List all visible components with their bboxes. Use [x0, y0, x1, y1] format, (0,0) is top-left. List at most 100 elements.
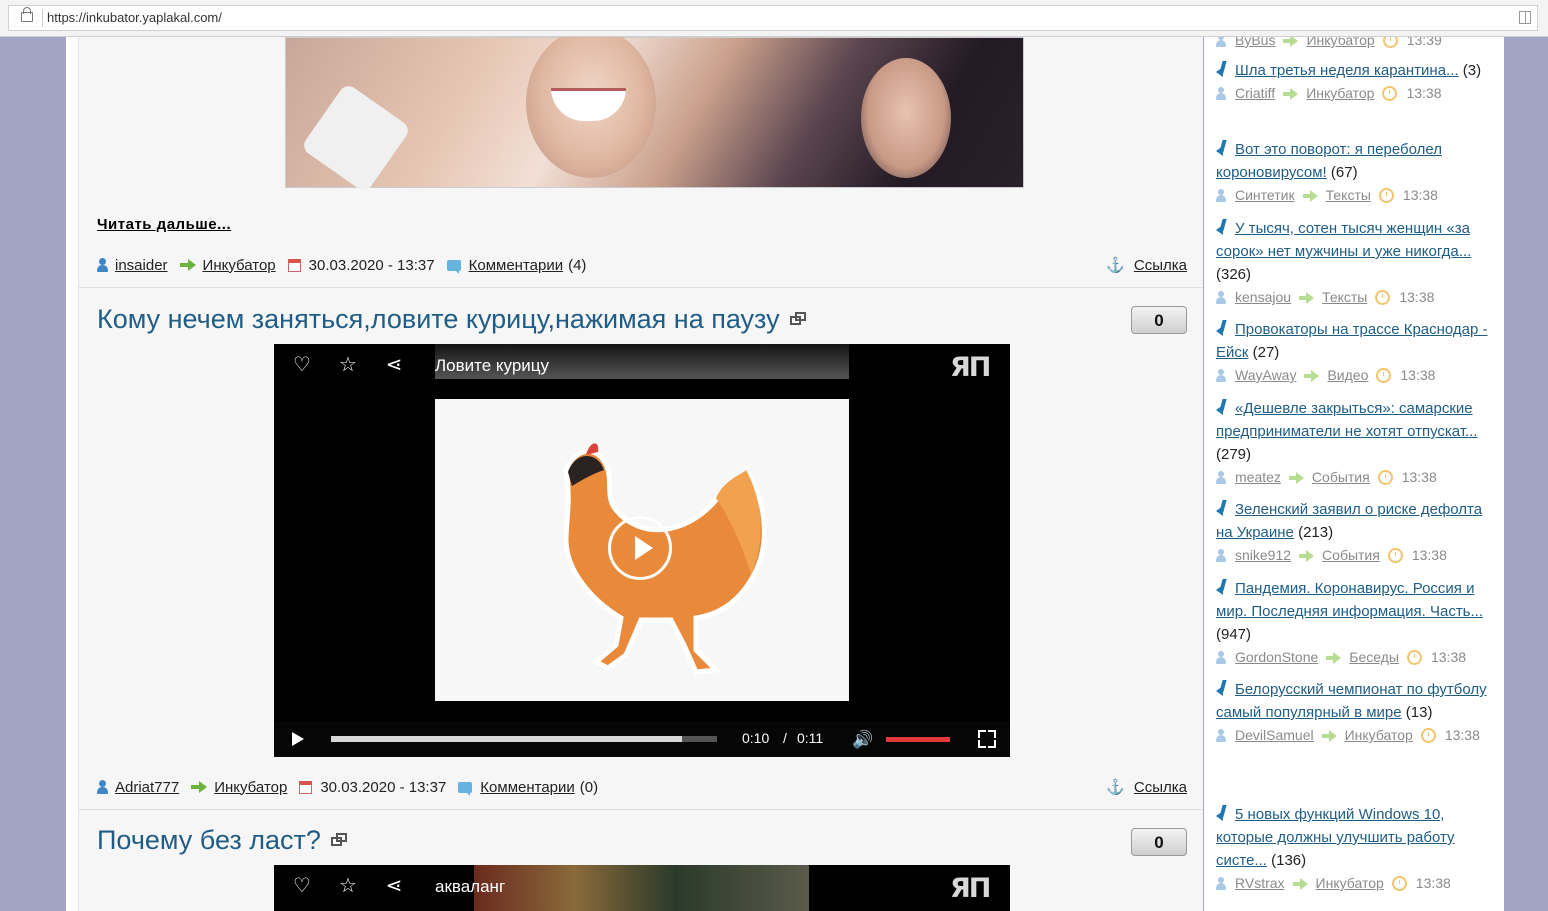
sidebar-section-link[interactable]: События — [1322, 544, 1380, 567]
sidebar-author-link[interactable]: RVstrax — [1235, 872, 1285, 895]
star-icon[interactable]: ☆ — [337, 875, 359, 897]
url-text[interactable]: https://inkubator.yaplakal.com/ — [47, 10, 222, 25]
sidebar-section-link[interactable]: События — [1312, 466, 1370, 489]
sidebar-author-link[interactable]: kensajou — [1235, 286, 1291, 309]
calendar-icon — [287, 258, 301, 272]
posts-feed: Читать дальше... insaider Инкубатор 30.0… — [78, 37, 1203, 911]
current-time: 0:10 — [742, 730, 770, 746]
comments-link[interactable]: Комментарии — [480, 779, 574, 796]
image-face-right — [861, 58, 951, 178]
sidebar-item: Вот это поворот: я переболел короновирус… — [1216, 138, 1492, 207]
clock-icon — [1406, 650, 1422, 665]
volume-icon[interactable]: 🔊 — [852, 730, 873, 750]
sidebar-item-title: Провокаторы на трассе Краснодар - Ейск (… — [1216, 318, 1492, 364]
post-divider — [79, 809, 1203, 810]
read-more-link[interactable]: Читать дальше... — [97, 216, 231, 233]
sidebar-item: Белорусский чемпионат по футболу самый п… — [1216, 678, 1492, 747]
fullscreen-icon[interactable] — [978, 730, 996, 748]
sidebar-section-link[interactable]: Беседы — [1349, 646, 1399, 669]
sidebar-author-link[interactable]: WayAway — [1235, 364, 1296, 387]
sidebar-author-link[interactable]: Criatiff — [1235, 82, 1275, 105]
heart-icon[interactable]: ♡ — [291, 875, 313, 897]
play-icon[interactable] — [292, 732, 304, 746]
star-icon[interactable]: ☆ — [337, 354, 359, 376]
sidebar-section-link[interactable]: Тексты — [1326, 184, 1371, 207]
sidebar-author-link[interactable]: Синтетик — [1235, 184, 1295, 207]
pin-icon — [1216, 500, 1228, 516]
share-icon[interactable]: ⋖ — [383, 875, 405, 897]
sidebar-title-link[interactable]: «Дешевле закрыться»: самарские предприни… — [1216, 400, 1478, 440]
sidebar-section-link[interactable]: Инкубатор — [1306, 82, 1374, 105]
arrow-right-icon — [1326, 652, 1342, 664]
volume-slider[interactable] — [886, 737, 950, 742]
sidebar-time: 13:38 — [1402, 187, 1438, 203]
clock-icon — [1382, 37, 1398, 48]
sidebar-title-link[interactable]: Белорусский чемпионат по футболу самый п… — [1216, 681, 1487, 721]
sidebar-section-link[interactable]: Инкубатор — [1345, 724, 1413, 747]
sidebar-title-link[interactable]: Вот это поворот: я переболел короновирус… — [1216, 141, 1442, 181]
heart-icon[interactable]: ♡ — [291, 354, 313, 376]
clock-icon — [1391, 876, 1407, 891]
sidebar-title-link[interactable]: У тысяч, сотен тысяч женщин «за сорок» н… — [1216, 220, 1471, 260]
sidebar-author-link[interactable]: GordonStone — [1235, 646, 1318, 669]
sidebar-title-link[interactable]: Пандемия. Коронавирус. Россия и мир. Пос… — [1216, 580, 1483, 620]
address-bar[interactable]: https://inkubator.yaplakal.com/ — [8, 5, 1538, 31]
sidebar-section-link[interactable]: Видео — [1327, 364, 1368, 387]
video-player[interactable]: ♡ ☆ ⋖ Ловите курицу ЯП 0:10 / 0:11 🔊 — [274, 344, 1010, 757]
sidebar-section-link[interactable]: Тексты — [1322, 286, 1367, 309]
author-link[interactable]: Adriat777 — [115, 779, 179, 796]
post-image[interactable] — [285, 37, 1024, 194]
video-topbar: ♡ ☆ ⋖ акваланг ЯП — [274, 865, 1010, 909]
permalink: ⚓ Ссылка — [1106, 778, 1187, 797]
post-title-text[interactable]: Почему без ласт? — [97, 825, 321, 855]
arrow-right-icon — [1299, 550, 1315, 562]
sidebar-title-link[interactable]: 5 новых функций Windows 10, которые долж… — [1216, 806, 1455, 869]
arrow-right-icon — [179, 259, 196, 271]
post-title-text[interactable]: Кому нечем заняться,ловите курицу,нажима… — [97, 304, 780, 334]
clock-icon — [1387, 548, 1403, 563]
permalink-link[interactable]: Ссылка — [1134, 779, 1187, 796]
play-overlay-button[interactable] — [608, 516, 672, 580]
yaplakal-logo: ЯП — [950, 873, 991, 904]
permalink: ⚓ Ссылка — [1106, 256, 1187, 275]
external-window-icon[interactable] — [330, 833, 347, 847]
sidebar-section-link[interactable]: Инкубатор — [1306, 37, 1374, 52]
sidebar-comment-count: (279) — [1216, 446, 1252, 463]
progress-bar[interactable] — [331, 736, 717, 742]
section-link[interactable]: Инкубатор — [214, 779, 287, 796]
share-icon[interactable]: ⋖ — [383, 354, 405, 376]
sidebar-time: 13:38 — [1406, 85, 1442, 101]
vote-button[interactable]: 0 — [1131, 828, 1187, 856]
post-title[interactable]: Почему без ласт? — [97, 825, 347, 856]
post-title[interactable]: Кому нечем заняться,ловите курицу,нажима… — [97, 304, 806, 335]
sidebar-item-title: Зеленский заявил о риске дефолта на Укра… — [1216, 498, 1492, 544]
sidebar-time: 13:38 — [1430, 649, 1467, 665]
sidebar-title-link[interactable]: Зеленский заявил о риске дефолта на Укра… — [1216, 501, 1482, 541]
comments-link[interactable]: Комментарии — [469, 257, 563, 274]
sidebar-item-meta: RVstrax Инкубатор 13:38 — [1216, 872, 1492, 895]
address-divider — [42, 9, 43, 27]
video-title: Ловите курицу — [435, 356, 550, 375]
sidebar-item: Провокаторы на трассе Краснодар - Ейск (… — [1216, 318, 1492, 387]
reader-view-icon[interactable] — [1519, 11, 1531, 24]
vote-button[interactable]: 0 — [1131, 306, 1187, 334]
sidebar-author-link[interactable]: DevilSamuel — [1235, 724, 1314, 747]
sidebar-item-meta: Синтетик Тексты 13:38 — [1216, 184, 1492, 207]
sidebar-item-meta: GordonStone Беседы 13:38 — [1216, 646, 1492, 669]
sidebar-author-link[interactable]: snike912 — [1235, 544, 1291, 567]
sidebar-section-link[interactable]: Инкубатор — [1316, 872, 1384, 895]
sidebar-time: 13:39 — [1406, 37, 1442, 48]
sidebar-author-link[interactable]: meatez — [1235, 466, 1281, 489]
video-player[interactable]: ♡ ☆ ⋖ акваланг ЯП — [274, 865, 1010, 911]
author-link[interactable]: insaider — [115, 257, 168, 274]
permalink-link[interactable]: Ссылка — [1134, 257, 1187, 274]
user-icon — [97, 258, 108, 272]
sidebar-time: 13:38 — [1399, 289, 1435, 305]
sidebar-author-link[interactable]: ByBus — [1235, 37, 1275, 52]
sidebar-item-title: Пандемия. Коронавирус. Россия и мир. Пос… — [1216, 577, 1492, 646]
section-link[interactable]: Инкубатор — [203, 257, 276, 274]
sidebar-title-link[interactable]: Шла третья неделя карантина... — [1235, 62, 1459, 79]
post-divider — [79, 287, 1203, 288]
post-date: 30.03.2020 - 13:37 — [320, 778, 447, 796]
external-window-icon[interactable] — [789, 312, 806, 326]
